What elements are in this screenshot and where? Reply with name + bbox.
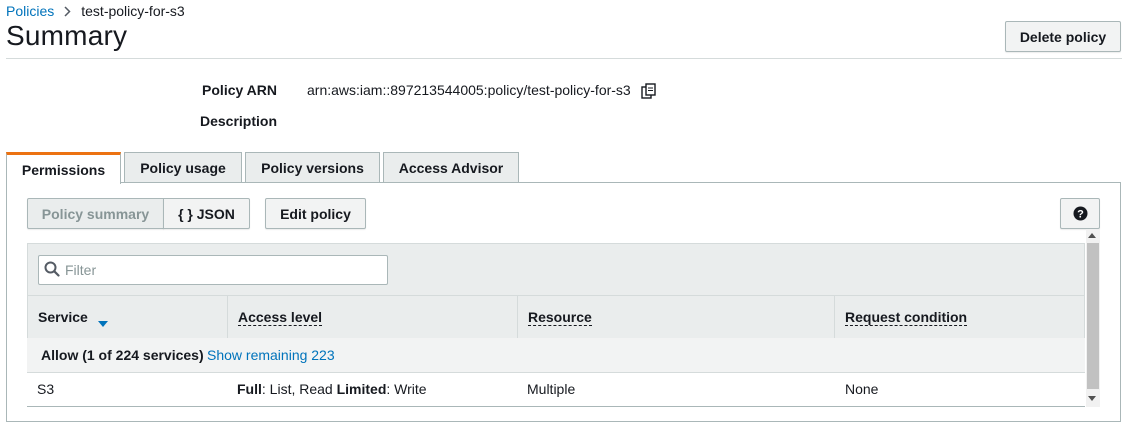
scrollbar-thumb[interactable] <box>1087 243 1099 389</box>
breadcrumb-policies-link[interactable]: Policies <box>6 3 54 19</box>
column-header-label: Resource <box>528 308 592 326</box>
column-header-resource[interactable]: Resource <box>517 295 835 339</box>
tab-policy-versions[interactable]: Policy versions <box>245 152 380 183</box>
help-icon: ? <box>1073 206 1088 221</box>
title-divider <box>6 58 1122 59</box>
show-remaining-link[interactable]: Show remaining 223 <box>207 347 335 363</box>
policy-arn-label: Policy ARN <box>202 82 277 98</box>
column-header-request-condition[interactable]: Request condition <box>834 295 1085 339</box>
sort-descending-icon[interactable] <box>97 314 108 327</box>
access-full-label: Full <box>237 381 262 397</box>
resource-cell: Multiple <box>527 381 576 397</box>
chevron-right-icon <box>64 5 71 17</box>
edit-policy-button[interactable]: Edit policy <box>265 198 366 229</box>
svg-text:?: ? <box>1077 209 1084 221</box>
column-header-service[interactable]: Service <box>28 295 228 339</box>
help-button[interactable]: ? <box>1060 198 1100 229</box>
access-full-value: : List, Read <box>261 381 337 397</box>
column-header-access-level[interactable]: Access level <box>227 295 518 339</box>
json-button[interactable]: { } JSON <box>163 198 250 229</box>
tab-access-advisor[interactable]: Access Advisor <box>383 152 519 183</box>
request-condition-cell: None <box>845 381 879 397</box>
tab-policy-usage[interactable]: Policy usage <box>124 152 242 183</box>
breadcrumb: Policies test-policy-for-s3 <box>6 2 185 20</box>
access-level-cell: Full: List, Read Limited: Write <box>237 381 427 397</box>
filter-input[interactable] <box>38 255 388 285</box>
scroll-up-arrow-icon[interactable] <box>1088 233 1096 238</box>
allow-group-label: Allow (1 of 224 services) <box>41 347 204 363</box>
tab-permissions[interactable]: Permissions <box>6 152 121 184</box>
scroll-down-arrow-icon[interactable] <box>1088 396 1096 401</box>
access-limited-label: Limited <box>336 381 387 397</box>
service-link-s3[interactable]: S3 <box>37 381 54 397</box>
column-header-label: Service <box>38 309 88 325</box>
access-limited-value: : Write <box>386 381 427 397</box>
copy-icon[interactable] <box>640 82 658 100</box>
page-title: Summary <box>6 20 128 51</box>
column-header-label: Request condition <box>845 308 968 326</box>
policy-summary-button[interactable]: Policy summary <box>27 198 164 229</box>
delete-policy-button[interactable]: Delete policy <box>1005 21 1121 52</box>
description-label: Description <box>199 113 277 129</box>
column-header-label: Access level <box>238 308 323 326</box>
breadcrumb-current: test-policy-for-s3 <box>81 3 185 19</box>
search-icon <box>44 261 60 277</box>
policy-arn-value: arn:aws:iam::897213544005:policy/test-po… <box>307 82 631 98</box>
